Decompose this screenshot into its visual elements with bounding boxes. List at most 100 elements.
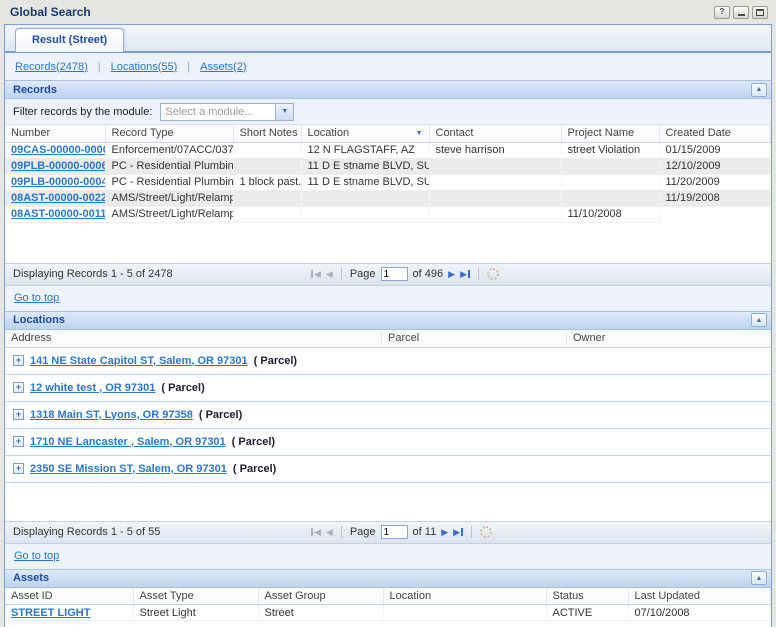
- col-owner[interactable]: Owner: [567, 332, 771, 344]
- asset-status-cell: ACTIVE: [546, 605, 628, 621]
- records-collapse-button[interactable]: ▲: [751, 83, 767, 97]
- record-type-cell: PC - Residential Plumbing: [105, 158, 233, 174]
- col-contact[interactable]: Contact: [429, 125, 561, 142]
- assets-section-title: Assets: [13, 572, 49, 584]
- refresh-icon[interactable]: [480, 526, 492, 538]
- col-project-name[interactable]: Project Name: [561, 125, 659, 142]
- asset-group-cell: Street: [258, 605, 383, 621]
- next-page-button[interactable]: ▶: [441, 527, 448, 537]
- address-link[interactable]: 2350 SE Mission ST, Salem, OR 97301: [30, 463, 227, 475]
- last-page-button[interactable]: ▶: [460, 269, 470, 279]
- table-row: 09PLB-00000-00045 PC - Residential Plumb…: [5, 174, 771, 190]
- created-date-cell: 11/10/2008: [561, 206, 659, 222]
- locations-section-header: Locations ▲: [5, 311, 771, 330]
- table-row: 08AST-00000-00226 AMS/Street/Light/Relam…: [5, 190, 771, 206]
- short-notes-cell: [233, 190, 301, 206]
- table-row: 09PLB-00000-00066 PC - Residential Plumb…: [5, 158, 771, 174]
- expand-plus-icon[interactable]: +: [13, 463, 24, 474]
- prev-page-button[interactable]: ◀: [326, 527, 333, 537]
- go-to-top-link[interactable]: Go to top: [14, 550, 59, 562]
- parcel-suffix: ( Parcel): [232, 436, 275, 448]
- first-page-button[interactable]: ◀: [311, 269, 321, 279]
- col-location[interactable]: Location: [383, 588, 546, 605]
- created-date-cell: 12/10/2009: [659, 158, 771, 174]
- expand-plus-icon[interactable]: +: [13, 436, 24, 447]
- col-parcel[interactable]: Parcel: [382, 332, 567, 344]
- expand-plus-icon[interactable]: +: [13, 355, 24, 366]
- records-gototop-row: Go to top: [5, 286, 771, 311]
- record-number-link[interactable]: 09CAS-00000-00004: [11, 144, 105, 156]
- short-notes-cell: [233, 158, 301, 174]
- help-button[interactable]: ?: [714, 6, 730, 19]
- records-section-title: Records: [13, 84, 57, 96]
- locations-section: Locations ▲ Address Parcel Owner + 141 N…: [5, 311, 771, 569]
- asset-last-updated-cell: 07/10/2008: [628, 605, 771, 621]
- minimize-button[interactable]: [733, 6, 749, 19]
- asset-id-link[interactable]: STREET LIGHT: [11, 607, 90, 619]
- col-location[interactable]: Location▼: [301, 125, 429, 142]
- contact-cell: [429, 190, 561, 206]
- pager-divider: [471, 526, 472, 538]
- collapse-arrow-icon: ▲: [756, 575, 763, 582]
- prev-page-button[interactable]: ◀: [326, 269, 333, 279]
- first-page-button[interactable]: ◀: [311, 527, 321, 537]
- project-name-cell: [561, 190, 659, 206]
- col-asset-group[interactable]: Asset Group: [258, 588, 383, 605]
- page-label: Page: [350, 268, 376, 280]
- project-name-cell: [561, 174, 659, 190]
- link-separator: |: [98, 61, 101, 73]
- short-notes-cell: 1 block past...: [233, 174, 301, 190]
- location-cell: [301, 190, 429, 206]
- assets-count-link[interactable]: Assets(2): [200, 61, 246, 73]
- assets-collapse-button[interactable]: ▲: [751, 571, 767, 585]
- module-select[interactable]: Select a module... ▼: [160, 103, 294, 121]
- col-asset-type[interactable]: Asset Type: [133, 588, 258, 605]
- col-asset-id[interactable]: Asset ID: [5, 588, 133, 605]
- locations-page-input[interactable]: [381, 525, 408, 539]
- records-header-row: Number Record Type Short Notes Location▼…: [5, 125, 771, 142]
- pager-divider: [478, 268, 479, 280]
- refresh-icon[interactable]: [487, 268, 499, 280]
- records-pager: Displaying Records 1 - 5 of 2478 ◀ ◀ Pag…: [5, 263, 771, 286]
- records-page-input[interactable]: [381, 267, 408, 281]
- next-page-button[interactable]: ▶: [448, 269, 455, 279]
- address-link[interactable]: 1318 Main ST, Lyons, OR 97358: [30, 409, 193, 421]
- minimize-icon: [738, 14, 745, 16]
- locations-header-row: Address Parcel Owner: [5, 330, 771, 348]
- col-short-notes[interactable]: Short Notes: [233, 125, 301, 142]
- assets-empty-area: [5, 621, 771, 627]
- record-number-link[interactable]: 08AST-00000-00226: [11, 192, 105, 204]
- records-filter-row: Filter records by the module: Select a m…: [5, 99, 771, 125]
- records-count-link[interactable]: Records(2478): [15, 61, 88, 73]
- expand-plus-icon[interactable]: +: [13, 409, 24, 420]
- created-date-cell: 11/20/2009: [659, 174, 771, 190]
- column-menu-icon[interactable]: ▼: [416, 130, 423, 137]
- table-row: 08AST-00000-00119 AMS/Street/Light/Relam…: [5, 206, 771, 222]
- address-link[interactable]: 141 NE State Capitol ST, Salem, OR 97301: [30, 355, 248, 367]
- record-number-link[interactable]: 09PLB-00000-00045: [11, 176, 105, 188]
- asset-type-cell: Street Light: [133, 605, 258, 621]
- maximize-button[interactable]: [752, 6, 768, 19]
- col-address[interactable]: Address: [5, 332, 382, 344]
- address-link[interactable]: 12 white test , OR 97301: [30, 382, 155, 394]
- contact-cell: [429, 206, 561, 222]
- record-number-link[interactable]: 08AST-00000-00119: [11, 208, 105, 220]
- tabstrip: Result (Street): [5, 25, 771, 53]
- locations-count-link[interactable]: Locations(55): [111, 61, 178, 73]
- locations-collapse-button[interactable]: ▲: [751, 313, 767, 327]
- records-empty-area: [5, 223, 771, 263]
- last-page-button[interactable]: ▶: [453, 527, 463, 537]
- global-search-panel: Result (Street) Records(2478) | Location…: [4, 24, 772, 627]
- col-last-updated[interactable]: Last Updated: [628, 588, 771, 605]
- record-type-cell: AMS/Street/Light/Relamp: [105, 190, 233, 206]
- col-created-date[interactable]: Created Date: [659, 125, 771, 142]
- col-status[interactable]: Status: [546, 588, 628, 605]
- tab-result-street[interactable]: Result (Street): [15, 28, 124, 52]
- col-number[interactable]: Number: [5, 125, 105, 142]
- address-link[interactable]: 1710 NE Lancaster , Salem, OR 97301: [30, 436, 226, 448]
- chevron-down-icon[interactable]: ▼: [275, 104, 293, 120]
- col-record-type[interactable]: Record Type: [105, 125, 233, 142]
- go-to-top-link[interactable]: Go to top: [14, 292, 59, 304]
- record-number-link[interactable]: 09PLB-00000-00066: [11, 160, 105, 172]
- expand-plus-icon[interactable]: +: [13, 382, 24, 393]
